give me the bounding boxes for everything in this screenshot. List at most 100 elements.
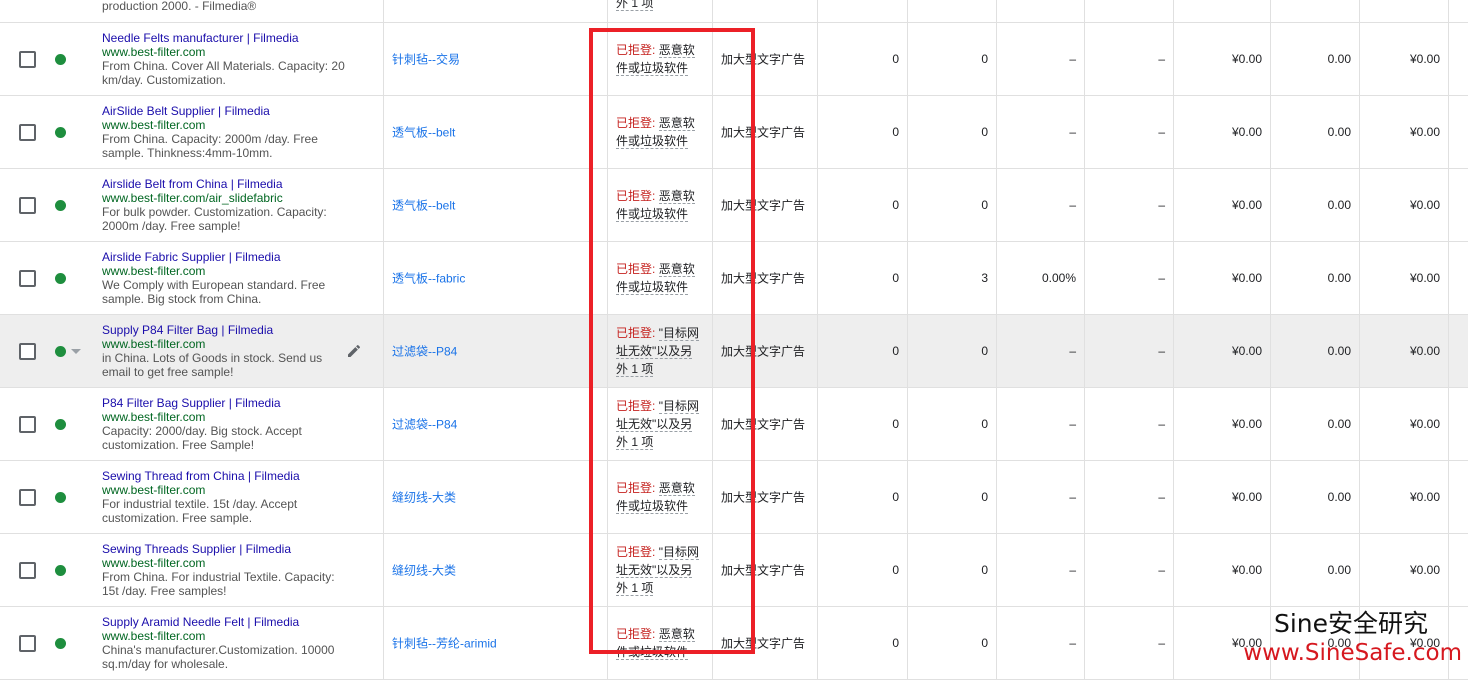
policy-rejected-label: 已拒登: — [616, 545, 656, 559]
metric-value: ¥0.00 — [1231, 198, 1262, 212]
metric-value: 0.00 — [1327, 198, 1351, 212]
ad-title[interactable]: Supply P84 Filter Bag | Filmedia — [102, 323, 347, 337]
policy-rejected-label: 已拒登: — [616, 481, 656, 495]
ad-group-link[interactable]: 过滤袋--P84 — [392, 416, 457, 433]
ad-type: 加大型文字广告 — [721, 125, 806, 140]
table-row: AirSlide Belt Supplier | Filmedia www.bes… — [0, 96, 1468, 169]
ad-group-link[interactable]: 针刺毡--交易 — [392, 51, 460, 68]
policy-rejected-label: 已拒登: — [616, 399, 656, 413]
ad-url: www.best-filter.com — [102, 118, 206, 132]
metric-value: – — [1158, 563, 1165, 577]
metric-value: 0.00 — [1327, 417, 1351, 431]
ad-group-link[interactable]: 针刺毡--芳纶-arimid — [392, 635, 497, 652]
status-dropdown-icon[interactable] — [71, 349, 81, 354]
metric-value: ¥0.00 — [1231, 490, 1262, 504]
metric-value: ¥0.00 — [1231, 344, 1262, 358]
ad-group-link[interactable]: 缝纫线-大类 — [392, 562, 456, 579]
row-checkbox[interactable] — [19, 562, 36, 579]
metric-value: 0.00 — [1327, 271, 1351, 285]
metric-value: ¥0.00 — [1409, 417, 1440, 431]
table-row: Sewing Thread from China | Filmedia www.b… — [0, 461, 1468, 534]
status-enabled-icon — [55, 54, 66, 65]
metric-value: – — [1069, 198, 1076, 212]
metric-value: – — [1069, 125, 1076, 139]
metric-value: 0 — [981, 52, 988, 66]
metric-value: 0 — [892, 125, 899, 139]
ad-type: 加大型文字广告 — [721, 417, 806, 432]
ad-title[interactable]: Supply Aramid Needle Felt | Filmedia — [102, 615, 347, 629]
row-checkbox[interactable] — [19, 416, 36, 433]
policy-status: 已拒登: 恶意软件或垃圾软件 — [616, 41, 700, 77]
policy-rejected-label: 已拒登: — [616, 116, 656, 130]
ad-preview: AirSlide Belt Supplier | Filmedia www.bes… — [102, 104, 347, 160]
ad-group-link[interactable]: 缝纫线-大类 — [392, 489, 456, 506]
table-row: production 2000. - Filmedia® 外 1 项 — [0, 0, 1468, 23]
ad-group-link[interactable]: 透气板--fabric — [392, 270, 465, 287]
ad-title[interactable]: Airslide Belt from China | Filmedia — [102, 177, 347, 191]
row-checkbox[interactable] — [19, 124, 36, 141]
metric-value: 0 — [892, 52, 899, 66]
metric-value: – — [1158, 417, 1165, 431]
ad-type: 加大型文字广告 — [721, 636, 806, 651]
metric-value: 0.00 — [1327, 52, 1351, 66]
policy-rejected-label: 已拒登: — [616, 262, 656, 276]
table-row: Airslide Belt from China | Filmedia www.b… — [0, 169, 1468, 242]
ad-group-link[interactable]: 过滤袋--P84 — [392, 343, 457, 360]
ad-title[interactable]: AirSlide Belt Supplier | Filmedia — [102, 104, 347, 118]
metric-value: ¥0.00 — [1231, 563, 1262, 577]
ad-type: 加大型文字广告 — [721, 52, 806, 67]
ad-description: From China. Capacity: 2000m /day. Free s… — [102, 132, 318, 160]
policy-rejected-label: 已拒登: — [616, 43, 656, 57]
metric-value: – — [1158, 125, 1165, 139]
policy-rejected-label: 已拒登: — [616, 326, 656, 340]
ad-group-link[interactable]: 透气板--belt — [392, 124, 455, 141]
ad-type: 加大型文字广告 — [721, 198, 806, 213]
metric-value: 0 — [892, 344, 899, 358]
ad-description: For bulk powder. Customization. Capacity… — [102, 205, 327, 233]
table-row: Supply P84 Filter Bag | Filmedia www.best… — [0, 315, 1468, 388]
edit-pencil-icon[interactable] — [346, 343, 362, 359]
ad-title[interactable]: P84 Filter Bag Supplier | Filmedia — [102, 396, 347, 410]
metric-value: 0 — [981, 490, 988, 504]
ad-preview: Airslide Belt from China | Filmedia www.b… — [102, 177, 347, 233]
row-checkbox[interactable] — [19, 51, 36, 68]
ad-title[interactable]: Sewing Threads Supplier | Filmedia — [102, 542, 347, 556]
metric-value: 0.00 — [1327, 125, 1351, 139]
policy-reason: 外 1 项 — [616, 0, 654, 11]
status-enabled-icon — [55, 127, 66, 138]
metric-value: 0 — [981, 636, 988, 650]
ad-group-link[interactable]: 透气板--belt — [392, 197, 455, 214]
ad-url: www.best-filter.com — [102, 556, 206, 570]
ad-url: www.best-filter.com — [102, 337, 206, 351]
metric-value: – — [1158, 490, 1165, 504]
ad-url: www.best-filter.com/air_slidefabric — [102, 191, 283, 205]
table-row: Needle Felts manufacturer | Filmedia www.… — [0, 23, 1468, 96]
row-checkbox[interactable] — [19, 343, 36, 360]
watermark-title: Sine安全研究 — [1273, 609, 1428, 638]
metric-value: ¥0.00 — [1409, 344, 1440, 358]
status-enabled-icon — [55, 346, 66, 357]
row-checkbox[interactable] — [19, 635, 36, 652]
metric-value: 0 — [892, 563, 899, 577]
metric-value: 0.00 — [1327, 344, 1351, 358]
metric-value: – — [1158, 198, 1165, 212]
ad-url: www.best-filter.com — [102, 45, 206, 59]
status-enabled-icon — [55, 419, 66, 430]
metric-value: 0 — [981, 563, 988, 577]
row-checkbox[interactable] — [19, 489, 36, 506]
metric-value: 0 — [981, 198, 988, 212]
row-checkbox[interactable] — [19, 270, 36, 287]
table-row: Sewing Threads Supplier | Filmedia www.be… — [0, 534, 1468, 607]
metric-value: 0 — [981, 344, 988, 358]
ad-title[interactable]: Airslide Fabric Supplier | Filmedia — [102, 250, 347, 264]
ad-title[interactable]: Sewing Thread from China | Filmedia — [102, 469, 347, 483]
ad-description: in China. Lots of Goods in stock. Send u… — [102, 351, 323, 379]
policy-status: 已拒登: 恶意软件或垃圾软件 — [616, 260, 700, 296]
metric-value: – — [1158, 52, 1165, 66]
status-enabled-icon — [55, 492, 66, 503]
row-checkbox[interactable] — [19, 197, 36, 214]
status-enabled-icon — [55, 638, 66, 649]
policy-status: 已拒登: "目标网址无效"以及另外 1 项 — [616, 324, 700, 378]
ad-title[interactable]: Needle Felts manufacturer | Filmedia — [102, 31, 347, 45]
ad-preview: Sewing Thread from China | Filmedia www.b… — [102, 469, 347, 525]
